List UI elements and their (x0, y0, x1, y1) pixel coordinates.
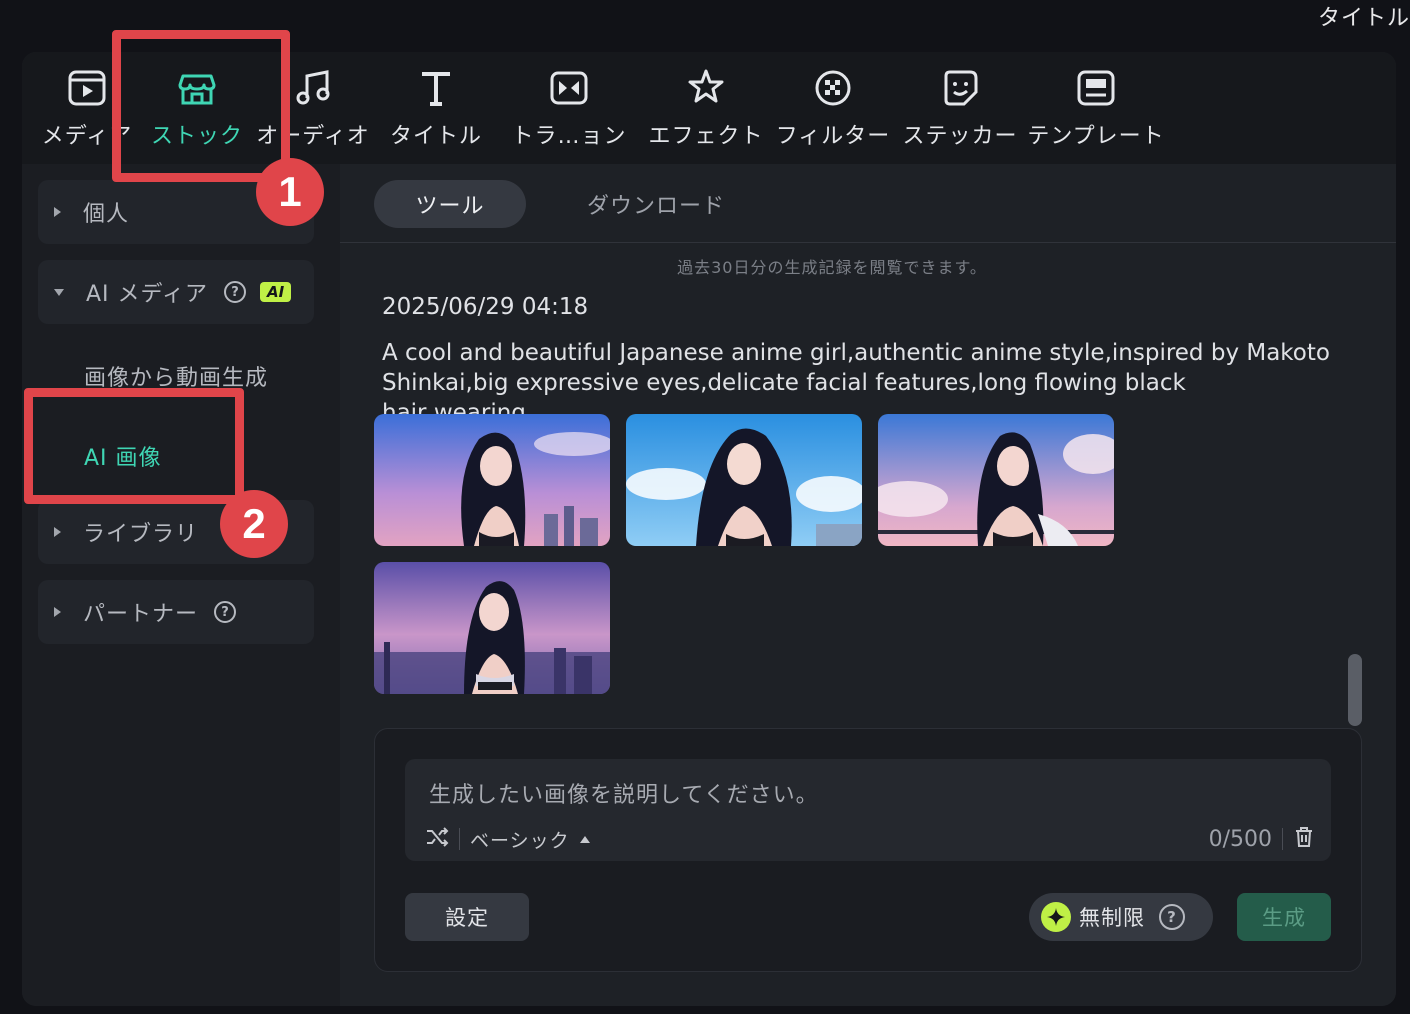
mode-selector[interactable]: ベーシック (470, 826, 570, 853)
help-icon[interactable]: ? (1159, 904, 1185, 930)
callout-highlight-ai-image (24, 388, 244, 504)
sparkle-icon (1041, 902, 1071, 932)
title-t-icon (414, 66, 458, 110)
callout-highlight-stock (112, 30, 290, 182)
sticker-icon (938, 66, 982, 110)
window-title: タイトル (1317, 6, 1410, 31)
filter-icon (811, 66, 855, 110)
prompt-input[interactable]: 生成したい画像を説明してください。 ベーシック 0/500 (405, 759, 1331, 861)
sidebar-item-ai-media[interactable]: AI メディア ? AI (38, 260, 314, 324)
generated-image-thumbnail[interactable] (374, 414, 610, 546)
toolbar-item-filter[interactable]: フィルター (776, 66, 889, 150)
callout-number-2: 2 (220, 490, 288, 558)
caret-up-icon (579, 835, 590, 843)
toolbar-item-sticker[interactable]: ステッカー (903, 66, 1017, 150)
help-icon[interactable]: ? (214, 601, 237, 623)
sidebar: 個人 AI メディア ? AI 画像から動画生成 AI 画像 ライブラリ パート… (22, 164, 340, 1006)
music-note-icon (291, 66, 335, 110)
template-icon (1074, 66, 1118, 110)
generate-button[interactable]: 生成 (1237, 893, 1331, 941)
unlimited-credits-button[interactable]: 無制限 ? (1029, 893, 1213, 941)
tab-bar: ツール ダウンロード (340, 164, 1396, 243)
vertical-scrollbar[interactable] (1348, 654, 1362, 726)
tab-downloads[interactable]: ダウンロード (576, 180, 736, 228)
history-notice: 過去30日分の生成記録を閲覧できます。 (677, 258, 987, 277)
expand-arrow-icon (54, 527, 61, 537)
help-icon[interactable]: ? (224, 281, 246, 303)
media-icon (65, 66, 109, 110)
toolbar-item-template[interactable]: テンプレート (1027, 66, 1164, 150)
content-area: ツール ダウンロード 過去30日分の生成記録を閲覧できます。 2025/06/2… (340, 164, 1396, 1006)
effect-star-icon (684, 66, 728, 110)
generated-image-thumbnail[interactable] (626, 414, 862, 546)
trash-icon[interactable] (1293, 826, 1315, 852)
generated-image-thumbnail[interactable] (878, 414, 1114, 546)
toolbar-item-transition[interactable]: トラ…ョン (510, 66, 628, 150)
transition-icon (547, 66, 591, 110)
sidebar-item-partner[interactable]: パートナー ? (38, 580, 314, 644)
toolbar-item-effect[interactable]: エフェクト (649, 66, 763, 150)
expand-arrow-icon (54, 207, 61, 217)
character-counter: 0/500 (1208, 826, 1272, 852)
callout-number-1: 1 (256, 158, 324, 226)
expand-arrow-icon (54, 607, 61, 617)
ai-badge: AI (260, 282, 292, 302)
settings-button[interactable]: 設定 (405, 893, 529, 941)
shuffle-icon[interactable] (425, 827, 449, 851)
record-date: 2025/06/29 04:18 (382, 294, 589, 320)
tab-tools[interactable]: ツール (374, 180, 526, 228)
toolbar-item-title[interactable]: タイトル (388, 66, 484, 150)
image-generator-panel: 生成したい画像を説明してください。 ベーシック 0/500 設定 無制限 ? 生… (374, 728, 1362, 972)
generated-image-thumbnail[interactable] (374, 562, 610, 694)
collapse-arrow-icon (54, 288, 64, 296)
